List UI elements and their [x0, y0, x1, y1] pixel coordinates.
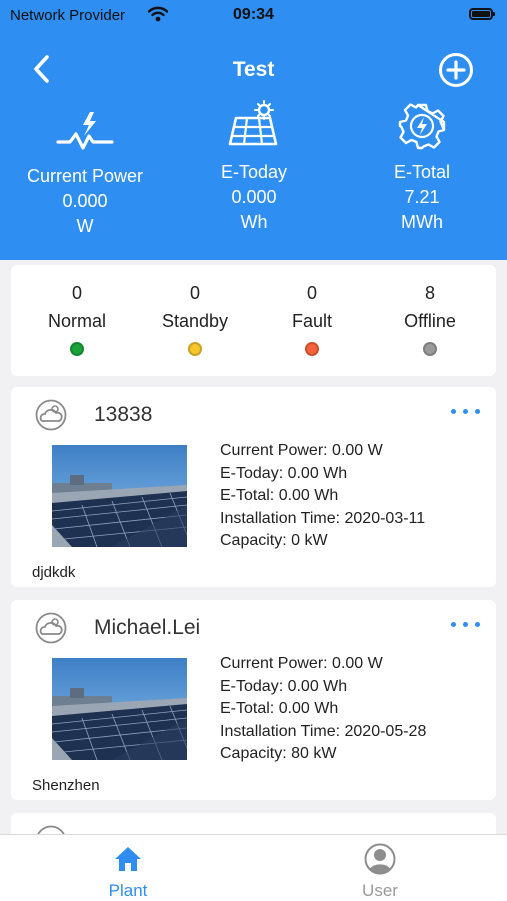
- plant-card[interactable]: 13838 Current Power: 0.00 W E-Today: 0.0…: [11, 387, 496, 587]
- status-count: 8: [424, 283, 435, 303]
- status-dot-yellow: [188, 342, 202, 356]
- ellipsis-dot: [451, 409, 456, 414]
- plant-e-today: E-Today: 0.00 Wh: [220, 677, 348, 695]
- plant-capacity: Capacity: 0 kW: [220, 532, 328, 549]
- ellipsis-dot: [475, 409, 480, 414]
- status-label: Offline: [404, 311, 456, 331]
- stat-unit: W: [76, 216, 94, 236]
- ellipsis-dot: [463, 622, 468, 627]
- plant-photo: [52, 445, 187, 547]
- plant-name: 13838: [94, 403, 153, 426]
- stat-value: 0.000: [62, 191, 108, 211]
- plant-location: djdkdk: [32, 564, 76, 581]
- stat-label: Current Power: [26, 166, 144, 186]
- status-bar: Network Provider 09:34: [0, 0, 507, 32]
- stat-label: E-Today: [220, 162, 288, 182]
- status-label: Fault: [291, 311, 333, 331]
- add-plant-button[interactable]: [438, 52, 474, 88]
- status-fault[interactable]: 0 Fault: [252, 283, 372, 356]
- stat-label: E-Total: [393, 162, 451, 182]
- plus-circle-icon: [439, 53, 473, 87]
- plant-e-total: E-Total: 0.00 Wh: [220, 700, 339, 717]
- battery-icon: [469, 8, 495, 20]
- ellipsis-dot: [451, 622, 456, 627]
- plant-install-time: Installation Time: 2020-05-28: [220, 722, 427, 740]
- home-icon: [115, 847, 141, 871]
- status-dot-green: [70, 342, 84, 356]
- user-icon: [364, 843, 396, 875]
- plant-capacity: Capacity: 80 kW: [220, 745, 337, 762]
- stat-unit: Wh: [240, 212, 268, 232]
- tab-bar: Plant User: [0, 834, 507, 901]
- stat-unit: MWh: [401, 212, 443, 232]
- plant-current-power: Current Power: 0.00 W: [220, 442, 383, 459]
- plant-name: Michael.Lei: [94, 616, 201, 639]
- stat-e-today: E-Today 0.000 Wh: [169, 100, 339, 235]
- more-options-button[interactable]: [451, 622, 487, 634]
- status-dot-gray: [423, 342, 437, 356]
- status-count: 0: [306, 283, 317, 303]
- plant-info: Current Power: 0.00 W E-Today: 0.00 Wh E…: [220, 653, 426, 766]
- header-bar: Network Provider 09:34 Test Current Powe…: [0, 0, 507, 260]
- plant-install-time: Installation Time: 2020-03-11: [220, 509, 426, 527]
- tab-plant[interactable]: Plant: [68, 841, 188, 901]
- plant-weather-icon: [35, 612, 67, 644]
- plant-current-power: Current Power: 0.00 W: [220, 655, 383, 672]
- more-options-button[interactable]: [451, 409, 487, 421]
- clock: 09:34: [233, 6, 274, 23]
- status-dot-red: [305, 342, 319, 356]
- status-offline[interactable]: 8 Offline: [370, 283, 490, 356]
- stat-current-power: Current Power 0.000 W: [0, 104, 170, 239]
- ellipsis-dot: [475, 622, 480, 627]
- stat-value: 7.21: [404, 187, 440, 207]
- status-standby[interactable]: 0 Standby: [135, 283, 255, 356]
- gear-bolt-icon: [398, 103, 446, 150]
- device-status-card: 0 Normal 0 Standby 0 Fault 8 Offline: [11, 265, 496, 376]
- plant-card[interactable]: Michael.Lei Current Power: 0.00 W E-Toda…: [11, 600, 496, 800]
- page-title: Test: [232, 58, 275, 81]
- power-pulse-icon: [56, 112, 114, 150]
- status-label: Standby: [161, 311, 229, 331]
- stat-e-total: E-Total 7.21 MWh: [337, 100, 507, 235]
- tab-label: Plant: [108, 881, 148, 900]
- status-label: Normal: [47, 311, 106, 331]
- plant-photo: [52, 658, 187, 760]
- stat-value: 0.000: [231, 187, 277, 207]
- plant-info: Current Power: 0.00 W E-Today: 0.00 Wh E…: [220, 440, 425, 553]
- plant-e-today: E-Today: 0.00 Wh: [220, 464, 348, 482]
- tab-user[interactable]: User: [320, 841, 440, 901]
- tab-label: User: [362, 881, 398, 900]
- plant-location: Shenzhen: [32, 777, 100, 794]
- status-count: 0: [71, 283, 82, 303]
- plant-weather-icon: [35, 399, 67, 431]
- status-count: 0: [189, 283, 200, 303]
- ellipsis-dot: [463, 409, 468, 414]
- solar-panel-icon: [228, 100, 278, 146]
- status-normal[interactable]: 0 Normal: [17, 283, 137, 356]
- plant-e-total: E-Total: 0.00 Wh: [220, 487, 339, 504]
